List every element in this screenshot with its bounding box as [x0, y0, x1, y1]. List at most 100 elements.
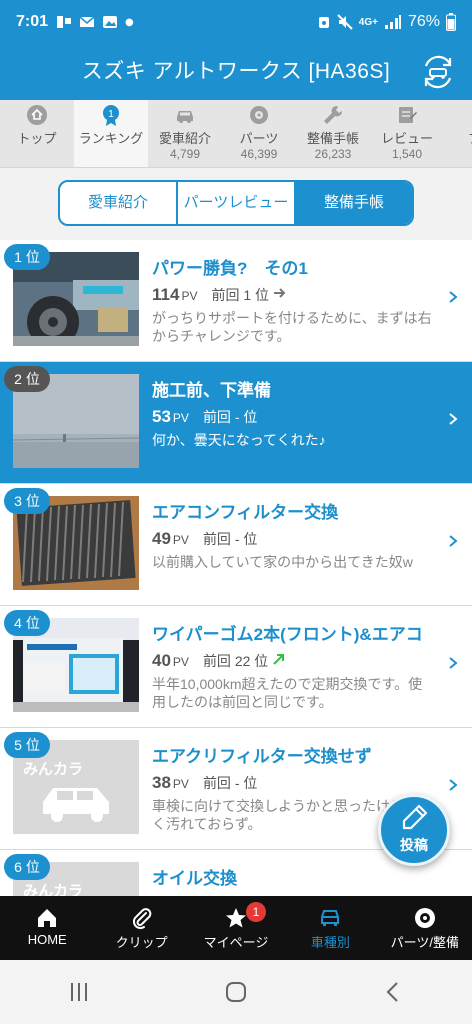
list-item[interactable]: 4 位 ワイパーゴム2本(フロント)&エアコ 40 PV 前回 22 位 半年1… — [0, 606, 472, 728]
swap-car-icon[interactable] — [420, 54, 456, 90]
pv-count: 49 — [152, 529, 171, 548]
notification-badge: 1 — [246, 902, 266, 922]
review-icon — [399, 107, 417, 123]
tab-label: レビュー — [380, 131, 433, 146]
mail-icon — [79, 16, 95, 27]
previous-rank: 前回 - 位 — [202, 531, 258, 547]
pv-row: 38 PV 前回 - 位 — [152, 773, 436, 793]
system-nav-bar — [0, 960, 472, 1024]
recent-apps-button[interactable] — [59, 972, 99, 1012]
nav-clip[interactable]: クリップ — [94, 896, 188, 960]
tab-label: ランキング — [78, 131, 144, 146]
item-title: 施工前、下準備 — [152, 381, 271, 400]
back-chevron-icon — [386, 982, 399, 1002]
nav-label: パーツ/整備 — [390, 935, 459, 950]
segment-car-intro[interactable]: 愛車紹介 — [60, 182, 178, 224]
tab-maintenance[interactable]: 整備手帳 26,233 — [296, 100, 370, 167]
tab-label: 整備手帳 — [306, 131, 359, 146]
nav-label: マイページ — [203, 935, 269, 950]
tab-top[interactable]: トップ — [0, 100, 74, 167]
previous-rank: 前回 - 位 — [202, 409, 258, 425]
nav-label: HOME — [27, 932, 67, 947]
network-type: 4G+ — [358, 16, 378, 28]
tab-count: 26,233 — [314, 147, 352, 161]
battery-icon — [446, 13, 456, 31]
tab-ranking[interactable]: 1 ランキング — [74, 100, 148, 167]
list-item[interactable]: 2 位 施工前、下準備 53 PV 前回 - 位 何か、曇天になってくれた♪ — [0, 362, 472, 484]
segment-parts-review[interactable]: パーツレビュー — [178, 182, 296, 224]
tab-label: プロ — [444, 128, 472, 147]
pv-count: 38 — [152, 773, 171, 792]
wrench-icon — [324, 105, 343, 124]
tab-count: 4,799 — [169, 147, 201, 161]
pv-unit: PV — [172, 411, 189, 425]
nav-by-model[interactable]: 車種別 — [283, 896, 377, 960]
recent-apps-icon — [70, 983, 87, 1001]
previous-rank: 前回 1 位 — [211, 287, 270, 303]
tab-label: パーツ — [239, 131, 279, 146]
screen: 7:01 ● 4G+ 76% スズキ アルトワークス [HA36S] トップ 1… — [0, 0, 472, 1024]
item-texts: ワイパーゴム2本(フロント)&エアコ 40 PV 前回 22 位 半年10,00… — [152, 620, 436, 711]
back-button[interactable] — [373, 972, 413, 1012]
tab-pro[interactable]: プロ — [444, 100, 472, 167]
pv-row: 49 PV 前回 - 位 — [152, 529, 436, 549]
trend-up-arrow-icon — [273, 654, 285, 665]
chevron-right-icon — [449, 291, 458, 303]
dot-icon: ● — [125, 16, 134, 28]
item-texts: エアコンフィルター交換 49 PV 前回 - 位 以前購入していて家の中から出て… — [152, 498, 436, 571]
nav-mypage[interactable]: マイページ 1 — [189, 896, 283, 960]
rank-badge: 6 位 — [4, 854, 50, 880]
tab-review[interactable]: レビュー 1,540 — [370, 100, 444, 167]
tab-count: 1,540 — [391, 147, 423, 161]
chevron-right-icon — [449, 535, 458, 547]
nav-label: 車種別 — [310, 935, 350, 950]
segment-area: 愛車紹介 パーツレビュー 整備手帳 — [0, 168, 472, 240]
wheel-icon — [250, 106, 268, 124]
house-icon — [38, 909, 57, 927]
mute-icon — [337, 14, 353, 30]
alarm-icon — [318, 17, 329, 28]
rank-badge: 2 位 — [4, 366, 50, 392]
item-texts: パワー勝負? その1 114 PV 前回 1 位 がっちりサポートを付けるために… — [152, 254, 436, 345]
tab-label: 愛車紹介 — [158, 131, 211, 146]
rank-badge: 1 位 — [4, 244, 50, 270]
gallery-icon — [103, 16, 118, 28]
item-description: がっちりサポートを付けるために、まずは右からチャレンジです。 — [152, 310, 432, 344]
app-notification-icon — [57, 16, 72, 28]
nav-parts-maintenance[interactable]: パーツ/整備 — [378, 896, 472, 960]
pv-count: 114 — [152, 285, 180, 304]
item-texts: オイル交換 — [152, 864, 436, 889]
rank-badge: 3 位 — [4, 488, 50, 514]
pen-icon — [402, 804, 428, 830]
status-time: 7:01 — [16, 13, 49, 30]
item-description: 何か、曇天になってくれた♪ — [152, 432, 326, 448]
tab-count: 46,399 — [240, 147, 278, 161]
star-icon — [226, 908, 247, 928]
post-button[interactable]: 投稿 — [378, 794, 450, 866]
nav-home[interactable]: HOME — [0, 896, 94, 960]
status-bar: 7:01 ● 4G+ 76% — [0, 0, 472, 44]
previous-rank: 前回 22 位 — [202, 653, 269, 669]
placeholder-logo: みんカラ — [23, 760, 83, 778]
pv-row: 40 PV 前回 22 位 — [152, 651, 436, 671]
bottom-nav: HOME クリップ マイページ 1 車種別 パーツ/整備 — [0, 896, 472, 960]
chevron-right-icon — [449, 779, 458, 791]
pv-unit: PV — [172, 777, 189, 791]
tab-parts[interactable]: パーツ 46,399 — [222, 100, 296, 167]
app-header: スズキ アルトワークス [HA36S] — [0, 44, 472, 100]
home-button[interactable] — [216, 972, 256, 1012]
medal-icon: 1 — [103, 105, 119, 126]
trend-same-arrow-icon — [274, 288, 286, 298]
tab-car-intro[interactable]: 愛車紹介 4,799 — [148, 100, 222, 167]
status-right: 4G+ 76% — [317, 13, 456, 31]
pv-count: 40 — [152, 651, 171, 670]
list-item[interactable]: 1 位 パワー勝負? その1 114 PV 前回 1 位 がっちりサポートを付け… — [0, 240, 472, 362]
item-title: パワー勝負? その1 — [152, 259, 308, 278]
wheel-icon — [414, 908, 435, 928]
battery-text: 76% — [407, 13, 440, 30]
segment-maintenance[interactable]: 整備手帳 — [296, 182, 412, 224]
pv-unit: PV — [172, 533, 189, 547]
list-item[interactable]: 3 位 エアコンフィルター交換 49 PV 前回 - 位 以前購入していて家の中 — [0, 484, 472, 606]
page-title: スズキ アルトワークス [HA36S] — [81, 60, 391, 83]
rank-badge: 5 位 — [4, 732, 50, 758]
